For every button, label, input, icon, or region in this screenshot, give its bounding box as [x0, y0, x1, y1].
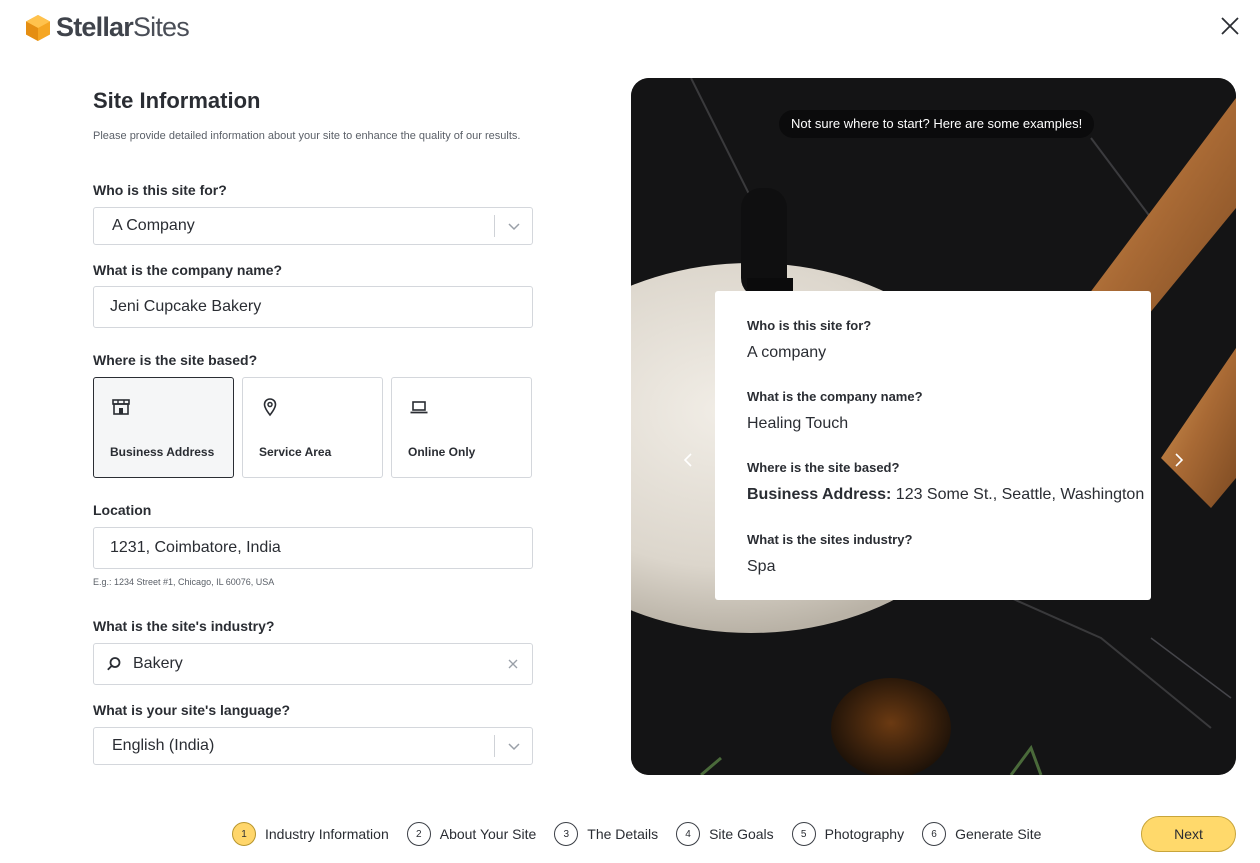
- language-select-value: English (India): [112, 737, 215, 754]
- step-generate-site[interactable]: 6 Generate Site: [922, 822, 1041, 846]
- step-label: About Your Site: [439, 826, 537, 842]
- option-service-area[interactable]: Service Area: [242, 377, 383, 478]
- who-select[interactable]: A Company: [93, 207, 533, 245]
- option-label: Service Area: [259, 445, 332, 459]
- language-label: What is your site's language?: [93, 702, 291, 718]
- chevron-down-icon[interactable]: [495, 739, 532, 753]
- step-label: The Details: [587, 826, 659, 842]
- clear-icon[interactable]: [508, 659, 518, 669]
- site-based-options: Business Address Service Area Online Onl…: [93, 377, 532, 478]
- example-preview-panel: Not sure where to start? Here are some e…: [631, 78, 1236, 775]
- company-label: What is the company name?: [93, 262, 283, 278]
- step-site-goals[interactable]: 4 Site Goals: [676, 822, 774, 846]
- step-label: Generate Site: [955, 826, 1042, 842]
- step-number: 3: [554, 822, 579, 846]
- step-number: 2: [406, 822, 431, 846]
- company-name-input[interactable]: Jeni Cupcake Bakery: [93, 286, 533, 328]
- step-the-details[interactable]: 3 The Details: [554, 822, 658, 846]
- step-number: 5: [791, 822, 816, 846]
- company-name-value: Jeni Cupcake Bakery: [110, 298, 262, 315]
- chevron-right-icon[interactable]: [1168, 450, 1188, 470]
- step-label: Industry Information: [265, 826, 389, 842]
- page-title: Site Information: [93, 88, 261, 113]
- example-question: Who is this site for?: [747, 318, 872, 333]
- example-answer: A company: [747, 344, 827, 361]
- step-label: Photography: [824, 826, 905, 842]
- map-pin-icon: [263, 398, 277, 417]
- brand-logo: StellarSites: [26, 12, 190, 43]
- example-question: What is the company name?: [747, 389, 923, 404]
- example-answer: Business Address: 123 Some St., Seattle,…: [747, 486, 1145, 503]
- close-icon[interactable]: [1218, 14, 1242, 38]
- examples-tip-badge: Not sure where to start? Here are some e…: [779, 110, 1095, 138]
- step-number: 4: [676, 822, 701, 846]
- chevron-left-icon[interactable]: [679, 450, 699, 470]
- next-button[interactable]: Next: [1141, 816, 1236, 852]
- based-label: Where is the site based?: [93, 352, 258, 368]
- who-select-value: A Company: [112, 217, 195, 234]
- language-select[interactable]: English (India): [93, 727, 533, 765]
- example-answer: Healing Touch: [747, 415, 849, 432]
- example-question: Where is the site based?: [747, 460, 900, 475]
- search-icon: [107, 657, 121, 671]
- page-description: Please provide detailed information abou…: [93, 130, 521, 142]
- location-label: Location: [93, 502, 152, 518]
- example-answer: Spa: [747, 558, 776, 575]
- progress-steps: 1 Industry Information 2 About Your Site…: [232, 822, 1059, 846]
- location-value: 1231, Coimbatore, India: [110, 539, 281, 556]
- step-number: 6: [922, 822, 947, 846]
- location-hint: E.g.: 1234 Street #1, Chicago, IL 60076,…: [93, 577, 275, 587]
- industry-value: Bakery: [133, 655, 183, 672]
- example-card: Who is this site for? A company What is …: [715, 291, 1151, 600]
- chevron-down-icon[interactable]: [495, 219, 532, 233]
- option-label: Business Address: [110, 445, 215, 459]
- step-industry-information[interactable]: 1 Industry Information: [232, 822, 389, 846]
- laptop-icon: [410, 401, 428, 414]
- who-label: Who is this site for?: [93, 182, 227, 198]
- step-photography[interactable]: 5 Photography: [791, 822, 905, 846]
- option-online-only[interactable]: Online Only: [391, 377, 532, 478]
- industry-search-input[interactable]: Bakery: [93, 643, 533, 685]
- option-business-address[interactable]: Business Address: [93, 377, 234, 478]
- step-number: 1: [232, 822, 256, 846]
- store-icon: [112, 399, 130, 415]
- logo-mark-icon: [26, 14, 50, 41]
- location-input[interactable]: 1231, Coimbatore, India: [93, 527, 533, 569]
- brand-name: StellarSites: [56, 12, 190, 42]
- step-about-your-site[interactable]: 2 About Your Site: [406, 822, 537, 846]
- option-label: Online Only: [408, 445, 476, 459]
- industry-label: What is the site's industry?: [93, 618, 275, 634]
- example-question: What is the sites industry?: [747, 532, 913, 547]
- step-label: Site Goals: [709, 826, 774, 842]
